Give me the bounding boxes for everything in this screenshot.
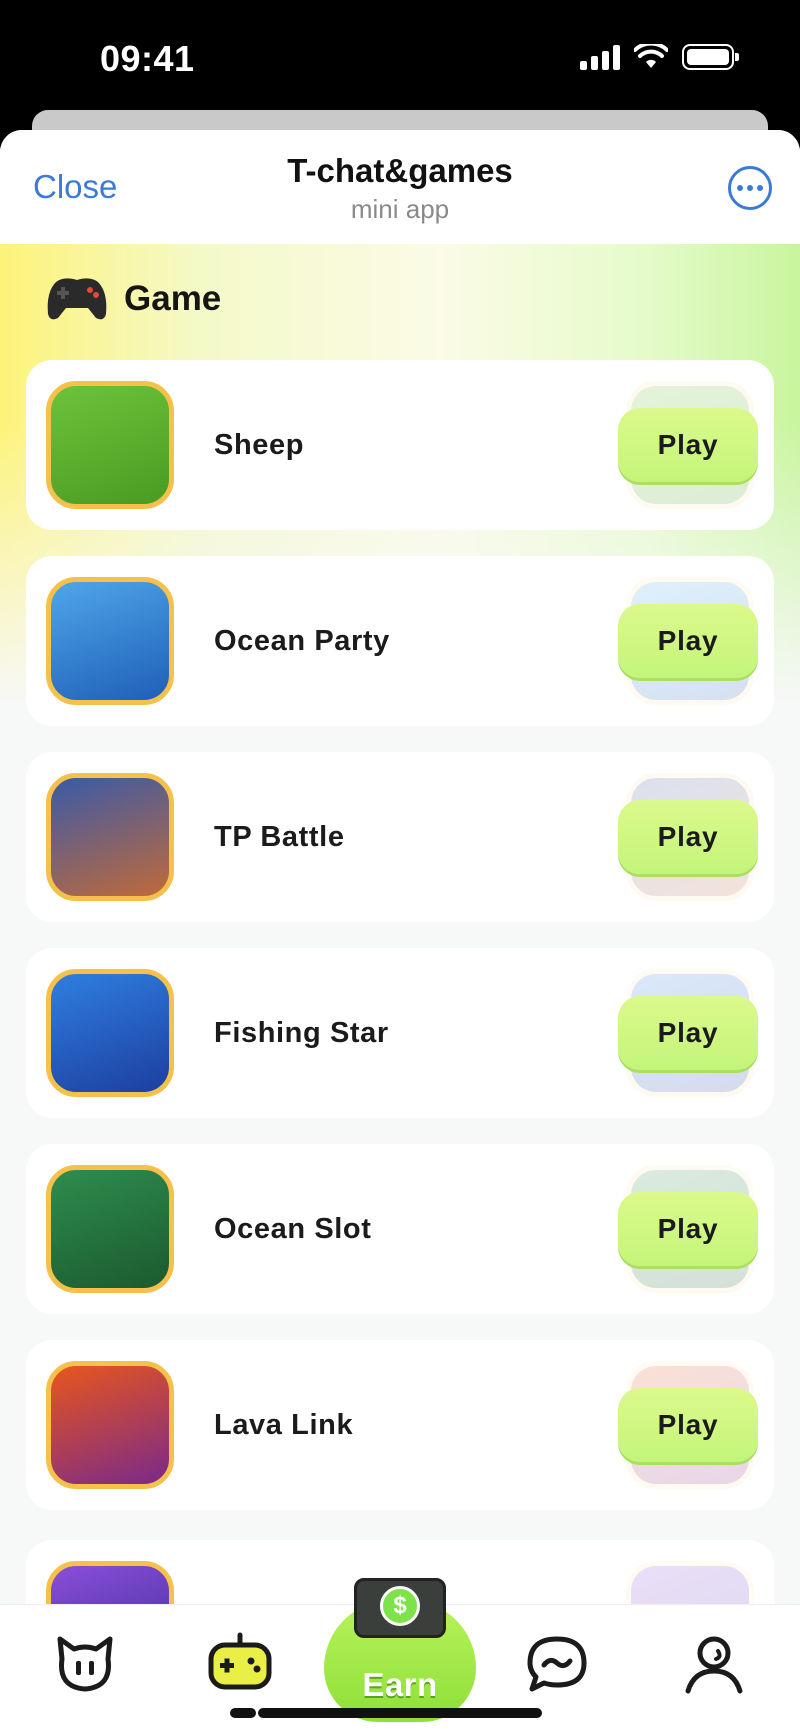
game-card[interactable]: Lava Link Play [26,1340,774,1510]
game-card[interactable]: TP Battle Play [26,752,774,922]
play-button[interactable]: Play [618,800,758,874]
game-card[interactable]: Ocean Party Play [26,556,774,726]
status-bar: 09:41 [0,0,800,110]
app-subtitle: mini app [350,194,450,224]
cat-home-icon[interactable] [50,1629,120,1699]
app-title: T-chat&games [287,152,513,189]
mini-app-sheet: Close T-chat&games mini app Game Sheep P… [0,130,800,1734]
game-name: Sheep [214,429,305,461]
earn-label: Earn [362,1666,438,1703]
play-button[interactable]: Play [618,1192,758,1266]
dollar-coin-icon: $ [380,1586,420,1626]
play-button[interactable]: Play [618,604,758,678]
royal-couple-game-icon[interactable] [46,773,174,901]
game-name: Ocean Party [214,625,390,657]
cellular-signal-icon [580,44,620,70]
chat-bubble-icon[interactable] [522,1629,592,1699]
gamepad-tab-icon[interactable] [205,1629,275,1699]
mini-app-header: Close T-chat&games mini app [0,130,800,244]
game-name: Ocean Slot [214,1213,372,1245]
game-name: Lava Link [214,1409,354,1441]
section-title: Game [124,279,222,318]
home-indicator-dash [230,1708,256,1718]
fishing-star-game-icon[interactable] [46,969,174,1097]
game-name: TP Battle [214,821,345,853]
more-horizontal-icon [737,185,743,191]
game-card[interactable]: Ocean Slot Play [26,1144,774,1314]
crown-slot-game-icon[interactable] [46,1165,174,1293]
gamepad-icon [47,278,107,320]
earn-button[interactable]: $ Earn [324,1578,476,1722]
game-name: Fishing Star [214,1017,389,1049]
battery-icon [682,44,739,70]
wifi-icon [634,44,668,68]
shark-game-icon[interactable] [46,577,174,705]
status-icons [580,44,739,70]
sheep-game-icon[interactable] [46,381,174,509]
more-options-button[interactable] [728,166,772,210]
play-button[interactable]: Play [618,408,758,482]
section-header: Game [44,274,221,324]
game-card[interactable]: Sheep Play [26,360,774,530]
play-button[interactable]: Play [618,996,758,1070]
profile-icon[interactable] [678,1629,748,1699]
play-button[interactable]: Play [618,1388,758,1462]
game-list-area[interactable]: Game Sheep Play Ocean Party Play TP Batt… [0,244,800,1734]
game-card[interactable]: Fishing Star Play [26,948,774,1118]
lava-link-game-icon[interactable] [46,1361,174,1489]
home-indicator [258,1708,542,1718]
status-time: 09:41 [100,38,195,79]
